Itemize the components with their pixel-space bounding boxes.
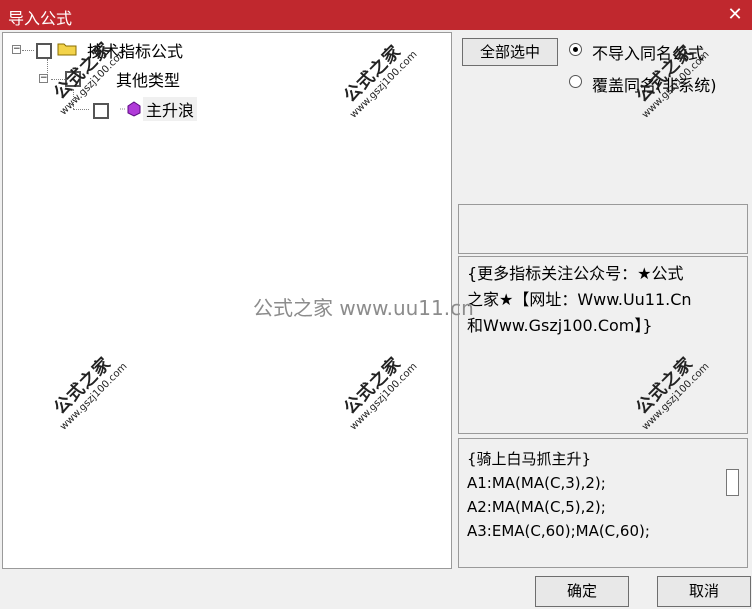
code-line: A3:EMA(C,60);MA(C,60); bbox=[467, 522, 650, 540]
tree-node-label: 其他类型 bbox=[116, 71, 181, 90]
ok-button[interactable]: 确定 bbox=[535, 576, 629, 607]
folder-icon bbox=[57, 43, 77, 56]
formula-code-text: {骑上白马抓主升} A1:MA(MA(C,3),2); A2:MA(MA(C,5… bbox=[467, 447, 650, 543]
description-box: {更多指标关注公众号：★公式 之家★【网址：Www.Uu11.Cn 和Www.G… bbox=[458, 256, 748, 434]
collapse-icon[interactable]: − bbox=[39, 74, 48, 83]
formula-icon bbox=[120, 101, 141, 117]
tree-checkbox[interactable] bbox=[93, 103, 109, 119]
title-bar: 导入公式 ✕ bbox=[0, 0, 752, 30]
cancel-label: 取消 bbox=[688, 582, 719, 600]
formula-code-box[interactable]: {骑上白马抓主升} A1:MA(MA(C,3),2); A2:MA(MA(C,5… bbox=[458, 438, 748, 568]
tree-node-root[interactable]: − 技术指标公式 bbox=[3, 37, 303, 61]
info-field bbox=[458, 204, 748, 254]
window-title: 导入公式 bbox=[8, 9, 73, 28]
description-text: {更多指标关注公众号：★公式 之家★【网址：Www.Uu11.Cn 和Www.G… bbox=[467, 264, 692, 335]
close-button[interactable]: ✕ bbox=[718, 0, 752, 30]
code-line: A2:MA(MA(C,5),2); bbox=[467, 498, 606, 516]
tree-node-label: 主升浪 bbox=[143, 97, 198, 121]
tree-node-formula[interactable]: 主升浪 bbox=[3, 96, 303, 121]
code-line: {骑上白马抓主升} bbox=[467, 450, 592, 468]
radio-skip-label: 不导入同名公式 bbox=[592, 44, 705, 63]
tree-checkbox[interactable] bbox=[65, 71, 81, 87]
scrollbar-thumb[interactable] bbox=[726, 469, 739, 496]
radio-overwrite-duplicates[interactable] bbox=[569, 75, 582, 88]
select-all-button[interactable]: 全部选中 bbox=[462, 38, 558, 66]
radio-overwrite-label: 覆盖同名(非系统) bbox=[592, 76, 717, 95]
cancel-button[interactable]: 取消 bbox=[657, 576, 751, 607]
close-icon: ✕ bbox=[727, 4, 743, 25]
tree-node-category[interactable]: − 其他类型 bbox=[3, 66, 303, 90]
tree-node-label: 技术指标公式 bbox=[87, 42, 184, 61]
collapse-icon[interactable]: − bbox=[12, 45, 21, 54]
select-all-label: 全部选中 bbox=[479, 43, 540, 61]
center-watermark: 公式之家 www.uu11.cn bbox=[253, 296, 474, 320]
radio-skip-duplicates[interactable] bbox=[569, 43, 582, 56]
tree-checkbox[interactable] bbox=[36, 43, 52, 59]
code-line: A1:MA(MA(C,3),2); bbox=[467, 474, 606, 492]
ok-label: 确定 bbox=[566, 582, 597, 600]
